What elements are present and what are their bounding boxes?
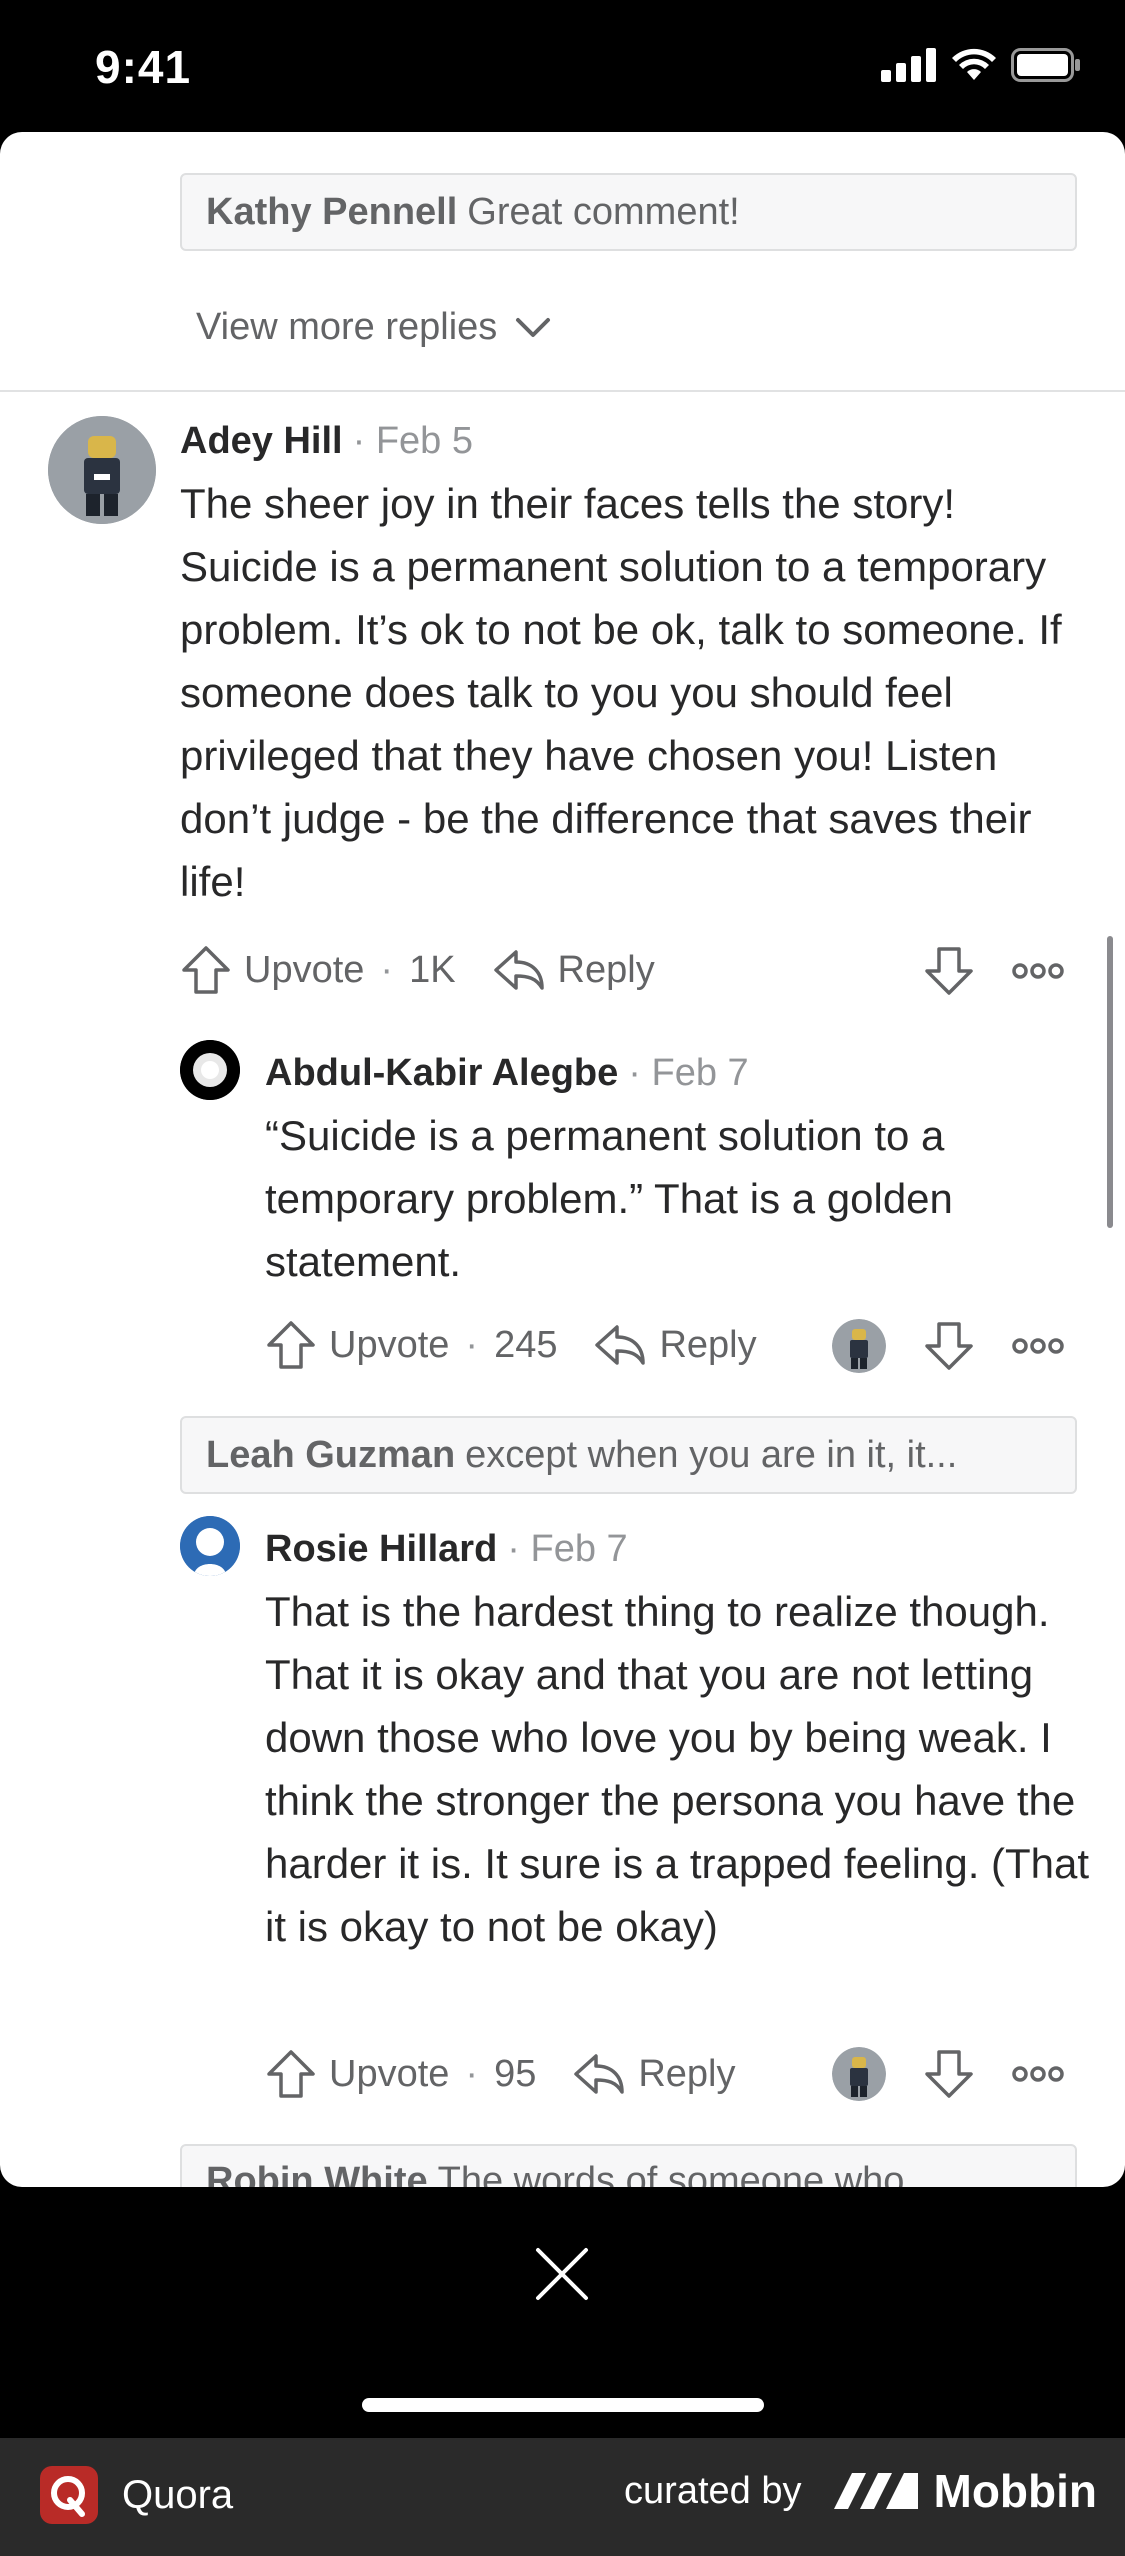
reply-preview-name[interactable]: Leah Guzman xyxy=(206,1434,455,1477)
comment-body: That is the hardest thing to realize tho… xyxy=(265,1588,1090,1950)
reply-preview-name[interactable]: Robin White xyxy=(206,2160,428,2187)
lego-figure-avatar-icon xyxy=(832,1319,886,1373)
separator-dot: · xyxy=(465,2052,479,2095)
reply-label: Reply xyxy=(659,1323,757,1366)
upvote-label: Upvote xyxy=(244,948,365,991)
upvote-arrow-icon xyxy=(267,1321,315,1369)
divider xyxy=(0,390,1125,392)
more-options-button[interactable] xyxy=(1010,1327,1066,1365)
comment-actions: Upvote · 245 Reply xyxy=(265,1310,757,1380)
reply-preview[interactable]: Robin White The words of someone who xyxy=(180,2144,1077,2187)
reply-label: Reply xyxy=(638,2052,736,2095)
comment-date: · Feb 7 xyxy=(507,1528,628,1570)
upvote-arrow-icon xyxy=(267,2050,315,2098)
reply-arrow-icon xyxy=(574,2054,625,2094)
upvote-button[interactable]: Upvote · 95 xyxy=(265,2048,536,2100)
footer-bar: Quora curated by Mobbin xyxy=(0,2438,1125,2556)
upvote-count: 95 xyxy=(494,2052,537,2095)
reply-preview-text: Great comment! xyxy=(467,190,740,233)
comment-author[interactable]: Rosie Hillard xyxy=(265,1528,497,1571)
upvote-label: Upvote xyxy=(329,1323,450,1366)
comment-date: · Feb 7 xyxy=(628,1052,749,1094)
comment-header: Rosie Hillard · Feb 7 xyxy=(265,1528,628,1571)
reply-preview[interactable]: Kathy Pennell Great comment! xyxy=(180,173,1077,251)
upvote-arrow-icon xyxy=(182,946,230,994)
footer-credit: curated by Mobbin xyxy=(624,2464,1097,2518)
downvote-arrow-icon xyxy=(925,2050,973,2098)
battery-icon xyxy=(1011,48,1080,82)
avatar-adey-hill[interactable] xyxy=(48,416,156,524)
upvote-button[interactable]: Upvote · 245 xyxy=(265,1319,557,1371)
chevron-down-icon xyxy=(516,317,551,337)
separator-dot: · xyxy=(465,1323,479,1366)
reply-preview-name[interactable]: Kathy Pennell xyxy=(206,191,457,234)
reply-preview[interactable]: Leah Guzman except when you are in it, i… xyxy=(180,1416,1077,1494)
profile-silhouette-icon xyxy=(180,1516,240,1576)
upvote-button[interactable]: Upvote · 1K xyxy=(180,944,456,996)
comment-body: “Suicide is a permanent solution to a te… xyxy=(265,1112,953,1285)
comment-body: The sheer joy in their faces tells the s… xyxy=(180,480,1062,905)
reply-preview-text: The words of someone who xyxy=(437,2160,905,2187)
mobbin-logo: Mobbin xyxy=(832,2464,1098,2518)
downvote-arrow-icon xyxy=(925,1322,973,1370)
reply-button[interactable]: Reply xyxy=(593,1321,757,1369)
downvote-button[interactable] xyxy=(922,944,976,998)
more-dots-icon xyxy=(1012,1338,1064,1354)
status-time: 9:41 xyxy=(95,41,192,93)
status-icons xyxy=(881,48,1081,82)
more-dots-icon xyxy=(1012,963,1064,979)
mobbin-label: Mobbin xyxy=(933,2465,1098,2517)
comment-date: · Feb 5 xyxy=(352,420,473,462)
view-more-replies-button[interactable]: View more replies xyxy=(196,306,551,349)
downvote-button[interactable] xyxy=(922,2047,976,2101)
comment-actions: Upvote · 1K Reply xyxy=(180,935,655,1005)
signal-icon xyxy=(881,48,936,82)
close-icon xyxy=(536,2248,588,2300)
reply-button[interactable]: Reply xyxy=(492,946,655,994)
shared-avatar[interactable] xyxy=(832,1319,886,1373)
comment-actions: Upvote · 95 Reply xyxy=(265,2039,736,2109)
reply-arrow-icon xyxy=(493,950,544,990)
shared-avatar[interactable] xyxy=(832,2047,886,2101)
comments-sheet[interactable]: Kathy Pennell Great comment! View more r… xyxy=(0,132,1125,2187)
quora-logo-icon xyxy=(40,2466,98,2524)
mobbin-mark-icon xyxy=(833,2473,918,2509)
upvote-label: Upvote xyxy=(329,2052,450,2095)
comment-author[interactable]: Adey Hill xyxy=(180,420,343,463)
reply-label: Reply xyxy=(557,948,655,991)
comment-header: Adey Hill · Feb 5 xyxy=(180,420,473,463)
footer-brand-group: Quora xyxy=(40,2466,233,2524)
lego-figure-avatar-icon xyxy=(48,416,156,524)
wifi-icon xyxy=(952,48,996,80)
curated-by-label: curated by xyxy=(624,2469,802,2512)
reply-button[interactable]: Reply xyxy=(572,2050,736,2098)
profile-avatar-icon xyxy=(180,1040,240,1100)
more-options-button[interactable] xyxy=(1010,952,1066,990)
avatar-rosie-hillard[interactable] xyxy=(180,1516,240,1576)
reply-preview-text: except when you are in it, it... xyxy=(465,1433,958,1476)
home-indicator xyxy=(362,2398,764,2412)
downvote-button[interactable] xyxy=(922,1319,976,1373)
scrollbar[interactable] xyxy=(1107,936,1113,1228)
separator-dot: · xyxy=(380,948,394,991)
status-bar: 9:41 xyxy=(0,0,1125,132)
avatar-abdul-kabir-alegbe[interactable] xyxy=(180,1040,240,1100)
comment-header: Abdul-Kabir Alegbe · Feb 7 xyxy=(265,1052,749,1095)
lego-figure-avatar-icon xyxy=(832,2047,886,2101)
upvote-count: 245 xyxy=(494,1323,558,1366)
footer-brand-name: Quora xyxy=(122,2472,234,2517)
more-dots-icon xyxy=(1012,2066,1064,2082)
reply-arrow-icon xyxy=(595,1325,646,1365)
upvote-count: 1K xyxy=(409,948,456,991)
downvote-arrow-icon xyxy=(925,947,973,995)
view-more-label: View more replies xyxy=(196,306,498,348)
close-button[interactable] xyxy=(520,2232,604,2316)
comment-author[interactable]: Abdul-Kabir Alegbe xyxy=(265,1052,618,1095)
more-options-button[interactable] xyxy=(1010,2055,1066,2093)
